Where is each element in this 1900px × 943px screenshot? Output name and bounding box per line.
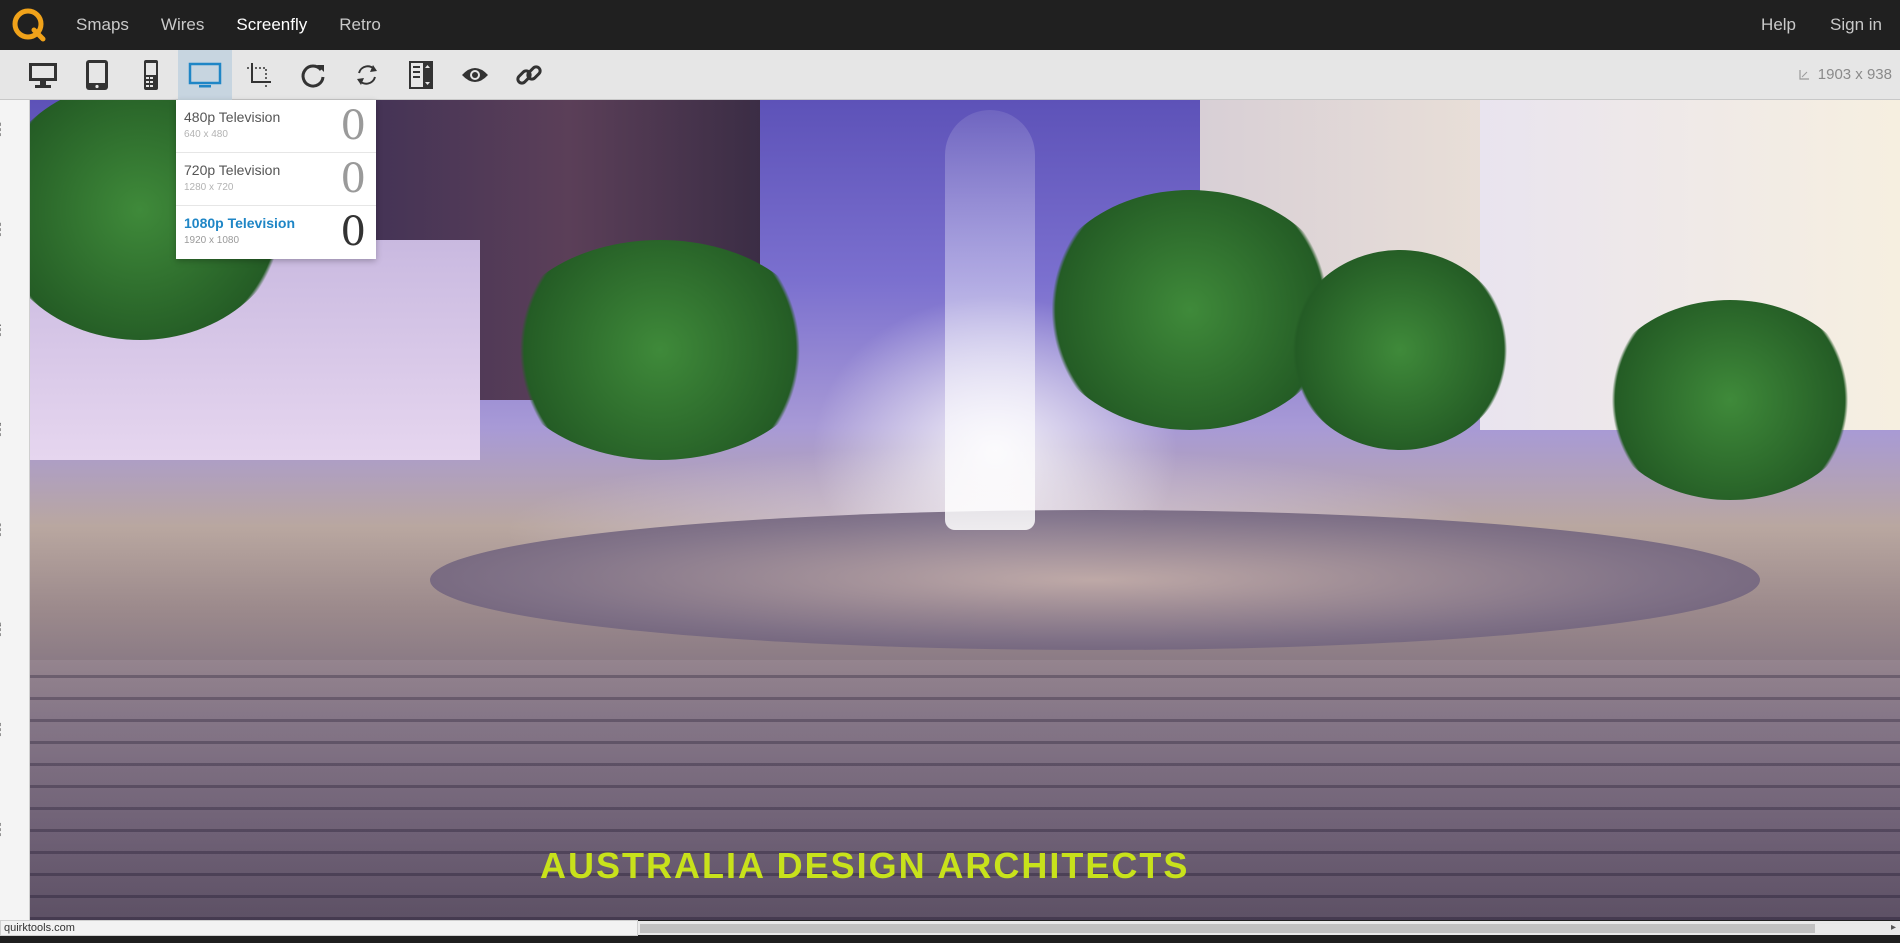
preview-eye-icon [462, 67, 488, 82]
scrollbar-icon [409, 60, 433, 89]
rotate-icon [301, 64, 325, 88]
rotate-button[interactable] [286, 50, 340, 100]
tree-background [1040, 190, 1340, 430]
ruler-label: 300 [0, 222, 2, 238]
help-link[interactable]: Help [1761, 15, 1796, 35]
custom-size-button[interactable] [232, 50, 286, 100]
scrollbar-toggle-button[interactable] [394, 50, 448, 100]
top-navbar: Smaps Wires Screenfly Retro Help Sign in [0, 0, 1900, 50]
ruler-label: 700 [0, 622, 2, 638]
refresh-icon [357, 64, 377, 85]
viewport-dimensions: 1903 x 938 [1798, 66, 1892, 83]
hero-headline: AUSTRALIA DESIGN ARCHITECTS [540, 845, 1190, 886]
resize-corner-icon [1799, 69, 1809, 80]
nav-link-smaps[interactable]: Smaps [76, 15, 129, 35]
fountain-spray [945, 110, 1035, 530]
vertical-ruler: 200 300 400 500 600 700 800 900 [0, 100, 30, 920]
share-link-button[interactable] [502, 50, 556, 100]
custom-size-icon [247, 62, 271, 87]
refresh-button[interactable] [340, 50, 394, 100]
quirktools-logo-icon[interactable] [10, 6, 48, 44]
ruler-label: 900 [0, 822, 2, 838]
ruler-label: 500 [0, 422, 2, 438]
scrollbar-thumb[interactable] [640, 924, 1815, 933]
device-toolbar: 1903 x 938 [0, 49, 1900, 100]
sign-in-link[interactable]: Sign in [1830, 15, 1882, 35]
nav-right-group: Help Sign in [1727, 15, 1900, 35]
desktop-button[interactable] [16, 50, 70, 100]
television-button[interactable] [178, 49, 232, 100]
tree-background [1600, 300, 1860, 500]
horizontal-scrollbar[interactable]: ▸ [638, 921, 1900, 935]
preview-button[interactable] [448, 50, 502, 100]
ruler-label: 600 [0, 522, 2, 538]
menu-item-1080p[interactable]: 1080p Television 1920 x 1080 0 [176, 206, 376, 259]
tablet-button[interactable] [70, 50, 124, 100]
mobile-button[interactable] [124, 50, 178, 100]
ruler-label: 800 [0, 722, 2, 738]
menu-item-480p[interactable]: 480p Television 640 x 480 0 [176, 100, 376, 153]
menu-item-720p[interactable]: 720p Television 1280 x 720 0 [176, 153, 376, 206]
nav-link-wires[interactable]: Wires [161, 15, 204, 35]
tv-size-glyph: 0 [340, 156, 366, 202]
tv-size-glyph: 0 [340, 103, 366, 149]
fountain-pool [430, 510, 1760, 650]
tree-background [1290, 250, 1510, 450]
tablet-icon [86, 59, 108, 90]
ruler-label: 200 [0, 122, 2, 138]
desktop-icon [29, 62, 57, 88]
television-size-menu: 480p Television 640 x 480 0 720p Televis… [176, 100, 376, 259]
mobile-icon [144, 59, 158, 90]
viewport-dimensions-text: 1903 x 938 [1817, 66, 1892, 83]
scroll-right-arrow-icon[interactable]: ▸ [1891, 922, 1896, 933]
status-url: quirktools.com [0, 920, 638, 936]
tv-size-glyph: 0 [340, 209, 366, 255]
nav-link-screenfly[interactable]: Screenfly [236, 15, 307, 35]
nav-link-retro[interactable]: Retro [339, 15, 381, 35]
ruler-label: 400 [0, 322, 2, 338]
share-link-icon [516, 64, 542, 85]
tree-background [500, 240, 820, 460]
television-icon [188, 62, 222, 87]
